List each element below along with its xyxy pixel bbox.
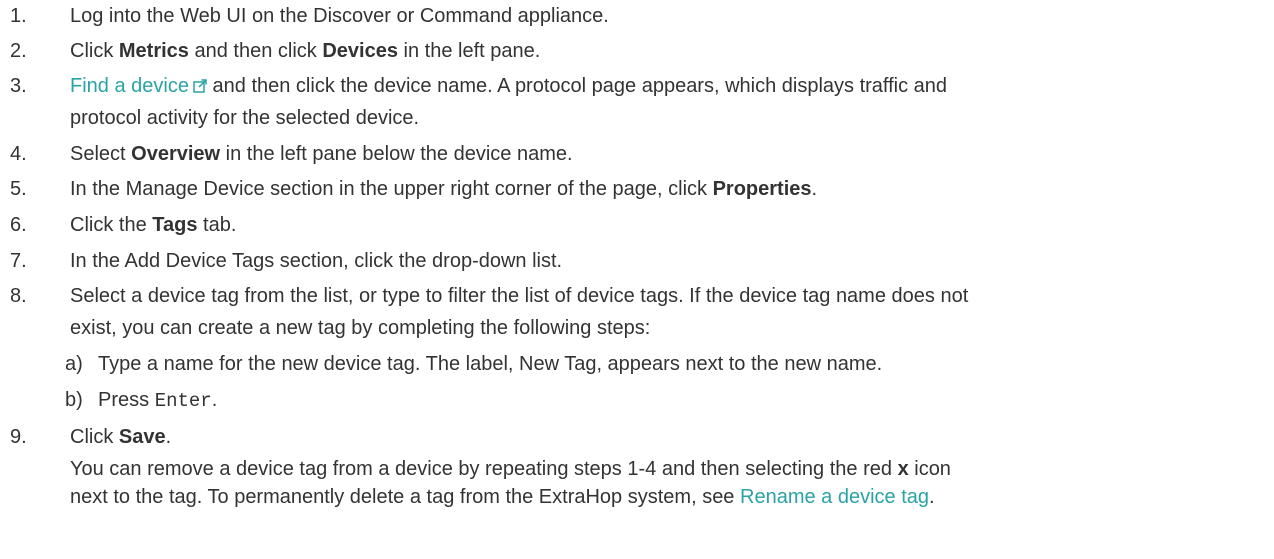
step-text-pre: In the Manage Device section in the uppe… bbox=[70, 178, 713, 200]
devices-label: Devices bbox=[322, 40, 398, 62]
substep-letter: b) bbox=[65, 389, 83, 411]
metrics-label: Metrics bbox=[118, 40, 189, 62]
substep-letter: a) bbox=[65, 353, 83, 375]
step-number: 9. bbox=[10, 426, 27, 448]
red-x-label: x bbox=[897, 458, 909, 480]
step-number: 2. bbox=[10, 40, 27, 62]
step-number: 7. bbox=[10, 250, 27, 272]
step-text-line2: exist, you can create a new tag by compl… bbox=[70, 317, 651, 339]
step-1: 1. Log into the Web UI on the Discover o… bbox=[0, 0, 1274, 28]
step-text-post: . bbox=[165, 426, 172, 448]
substep-text-pre: Press bbox=[98, 389, 155, 411]
step-6: 6. Click the Tags tab. bbox=[0, 201, 1274, 237]
substep-b: b) Press Enter. bbox=[0, 376, 1274, 413]
enter-key-code: Enter bbox=[154, 390, 212, 412]
step-7: 7. In the Add Device Tags section, click… bbox=[0, 237, 1274, 273]
step-note-line2: next to the tag. To permanently delete a… bbox=[70, 486, 935, 508]
step-text-post: in the left pane. bbox=[397, 40, 541, 62]
step-text: and then click the device name. A protoc… bbox=[206, 75, 948, 97]
step-note-line1: You can remove a device tag from a devic… bbox=[70, 458, 951, 480]
step-text-mid: and then click bbox=[188, 40, 323, 62]
step-text-post: . bbox=[811, 178, 818, 200]
substep-a: a) Type a name for the new device tag. T… bbox=[0, 340, 1274, 376]
step-text-pre: Click bbox=[70, 40, 119, 62]
step-number: 4. bbox=[10, 143, 27, 165]
step-text-pre: Select bbox=[70, 143, 132, 165]
step-text-post: tab. bbox=[197, 214, 237, 236]
step-3: 3. Find a device and then click the devi… bbox=[0, 63, 1274, 130]
step-9: 9. Click Save. You can remove a device t… bbox=[0, 413, 1274, 509]
find-a-device-link[interactable]: Find a device bbox=[70, 75, 207, 97]
step-number: 1. bbox=[10, 5, 27, 27]
step-text-pre: Click the bbox=[70, 214, 153, 236]
tags-label: Tags bbox=[152, 214, 198, 236]
step-text: Select a device tag from the list, or ty… bbox=[70, 285, 969, 307]
procedure-steps: 1. Log into the Web UI on the Discover o… bbox=[0, 0, 1274, 509]
step-text-post: in the left pane below the device name. bbox=[220, 143, 573, 165]
rename-device-tag-link[interactable]: Rename a device tag bbox=[740, 486, 929, 508]
step-text-pre: Click bbox=[70, 426, 119, 448]
step-4: 4. Select Overview in the left pane belo… bbox=[0, 130, 1274, 166]
substep-text: Type a name for the new device tag. The … bbox=[98, 353, 883, 375]
step-number: 6. bbox=[10, 214, 27, 236]
substeps: a) Type a name for the new device tag. T… bbox=[0, 340, 1274, 413]
step-text: In the Add Device Tags section, click th… bbox=[70, 250, 563, 272]
overview-label: Overview bbox=[131, 143, 221, 165]
step-number: 5. bbox=[10, 178, 27, 200]
step-number: 3. bbox=[10, 75, 27, 97]
substep-text-post: . bbox=[211, 389, 218, 411]
step-number: 8. bbox=[10, 285, 27, 307]
save-label: Save bbox=[118, 426, 166, 448]
properties-label: Properties bbox=[712, 178, 812, 200]
step-text-line2: protocol activity for the selected devic… bbox=[70, 107, 420, 129]
step-2: 2. Click Metrics and then click Devices … bbox=[0, 28, 1274, 63]
step-8: 8. Select a device tag from the list, or… bbox=[0, 273, 1274, 340]
step-5: 5. In the Manage Device section in the u… bbox=[0, 166, 1274, 201]
step-text: Log into the Web UI on the Discover or C… bbox=[70, 5, 609, 27]
external-link-icon bbox=[193, 79, 207, 93]
